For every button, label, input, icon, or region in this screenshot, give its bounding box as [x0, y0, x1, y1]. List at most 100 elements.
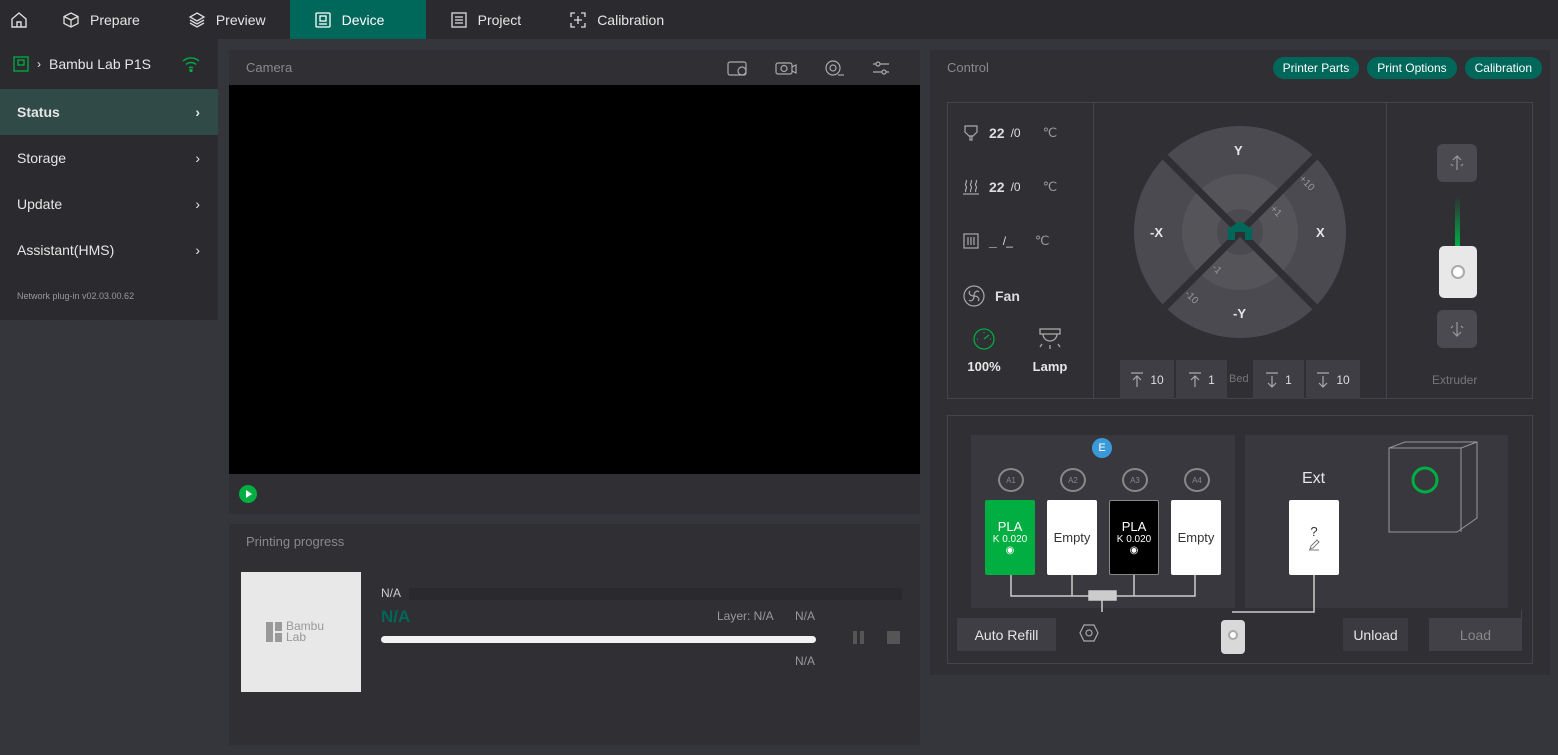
nozzle-icon: [964, 125, 978, 141]
slot-a4-id: A4: [1184, 468, 1210, 492]
chevron-right-icon: ›: [195, 242, 200, 258]
camera-title: Camera: [246, 60, 293, 75]
chamber-temp[interactable]: _ /_ ℃: [962, 232, 1049, 250]
pause-icon[interactable]: [853, 631, 867, 644]
filament-line: [1455, 196, 1460, 246]
play-icon[interactable]: [238, 484, 258, 504]
settings-sliders-icon[interactable]: [871, 59, 891, 77]
tab-calibration[interactable]: Calibration: [545, 0, 688, 39]
timelapse-icon[interactable]: [727, 59, 749, 77]
layer-value: N/A: [795, 609, 816, 623]
slot-type: Empty: [1177, 530, 1215, 545]
divider: [1093, 102, 1094, 399]
sidebar-item-status[interactable]: Status ›: [0, 89, 218, 135]
device-icon: [314, 11, 331, 28]
thumbnail-text: Bambu Lab: [286, 619, 325, 644]
chevron-right-icon: ›: [37, 57, 41, 71]
slot-a3[interactable]: PLA K 0.020 ◉: [1109, 500, 1159, 575]
chamber-unit: ℃: [1034, 233, 1050, 248]
print-status: N/A: [381, 607, 411, 626]
fan-label: Fan: [995, 288, 1020, 304]
bed-up-10-button[interactable]: 10: [1120, 360, 1174, 399]
extruder-mini-icon: [1221, 620, 1245, 654]
tab-device[interactable]: Device: [289, 0, 426, 39]
bed-up-1-label: 1: [1208, 372, 1215, 387]
jog-y-plus[interactable]: Y: [1234, 143, 1243, 158]
sidebar-item-label: Update: [17, 196, 63, 212]
chamber-icon: [963, 233, 979, 249]
sidebar: › Bambu Lab P1S Status › Storage › Update ›…: [0, 39, 218, 320]
chamber-current: _: [989, 233, 997, 249]
bed-down-1-button[interactable]: 1: [1253, 360, 1304, 399]
slot-a1[interactable]: PLA K 0.020 ◉: [985, 500, 1035, 575]
layers-icon: [188, 11, 206, 28]
humidity-badge[interactable]: E: [1092, 438, 1112, 458]
jog-x-minus[interactable]: -X: [1150, 225, 1163, 240]
calibration-button[interactable]: Calibration: [1464, 56, 1542, 79]
ams-settings-icon[interactable]: [1078, 623, 1102, 645]
sidebar-item-assistant[interactable]: Assistant(HMS) ›: [0, 227, 218, 273]
slot-k: K 0.020: [1116, 534, 1152, 545]
wifi-icon: [182, 57, 200, 72]
jog-x-plus[interactable]: X: [1316, 225, 1325, 240]
progress-bar: [381, 636, 816, 643]
nozzle-current: 22: [989, 125, 1005, 141]
print-options-button[interactable]: Print Options: [1367, 56, 1457, 79]
chevron-right-icon: ›: [195, 104, 200, 120]
extruder-down-button[interactable]: [1437, 310, 1477, 348]
camera-header: Camera: [229, 50, 920, 85]
speed-control[interactable]: 100%: [962, 327, 1006, 374]
remaining-time: N/A: [795, 654, 816, 668]
arrow-up-icon: [1131, 371, 1144, 387]
eye-icon: ◉: [1005, 545, 1015, 556]
extruder-up-button[interactable]: [1437, 144, 1477, 182]
tab-label: Prepare: [90, 11, 140, 28]
slot-type: Empty: [1053, 530, 1091, 545]
home-icon[interactable]: [0, 0, 38, 39]
bed-down-10-button[interactable]: 10: [1306, 360, 1360, 399]
camera-panel: Camera: [229, 50, 920, 514]
ext-slot[interactable]: ?: [1289, 500, 1339, 575]
sidebar-item-storage[interactable]: Storage ›: [0, 135, 218, 181]
edit-icon: [1309, 539, 1320, 551]
tab-label: Preview: [215, 11, 266, 28]
load-button[interactable]: Load: [1429, 618, 1522, 651]
ext-label: Ext: [1302, 470, 1326, 487]
unload-button[interactable]: Unload: [1343, 618, 1408, 651]
device-selector[interactable]: › Bambu Lab P1S: [0, 39, 218, 89]
bed-up-1-button[interactable]: 1: [1176, 360, 1227, 399]
extruder-head-icon: [1439, 246, 1477, 298]
control-header: Control Printer Parts Print Options Cali…: [930, 50, 1550, 85]
tab-label: Calibration: [597, 11, 665, 28]
nozzle-temp[interactable]: 22 /0 ℃: [962, 124, 1057, 142]
jog-y-minus[interactable]: -Y: [1233, 306, 1246, 321]
bed-temp[interactable]: 22 /0 ℃: [962, 178, 1057, 196]
camera-toggle-icon[interactable]: [823, 59, 845, 77]
slot-a4[interactable]: Empty: [1171, 500, 1221, 575]
fan-control[interactable]: Fan: [962, 284, 1020, 308]
slot-type: PLA: [1121, 519, 1147, 534]
tab-prepare[interactable]: Prepare: [38, 0, 164, 39]
divider: [1521, 610, 1522, 618]
control-title: Control: [947, 60, 989, 75]
divider: [1386, 102, 1387, 399]
tab-project[interactable]: Project: [426, 0, 546, 39]
printer-parts-button[interactable]: Printer Parts: [1272, 56, 1360, 79]
lamp-control[interactable]: Lamp: [1028, 327, 1072, 374]
plugin-version: Network plug-in v02.03.00.62: [17, 291, 135, 301]
slot-a2[interactable]: Empty: [1047, 500, 1097, 575]
tab-label: Device: [341, 11, 385, 28]
sidebar-item-label: Status: [17, 104, 60, 120]
bed-current: 22: [989, 179, 1005, 195]
chevron-right-icon: ›: [195, 150, 200, 166]
auto-refill-button[interactable]: Auto Refill: [957, 618, 1056, 651]
sidebar-item-label: Assistant(HMS): [17, 242, 115, 258]
slot-a2-id: A2: [1060, 468, 1086, 492]
sidebar-item-update[interactable]: Update ›: [0, 181, 218, 227]
record-icon[interactable]: [775, 59, 797, 77]
progress-header: Printing progress: [246, 534, 345, 549]
task-name: N/A: [381, 586, 402, 600]
bed-down-10-label: 10: [1336, 372, 1350, 387]
stop-icon[interactable]: [887, 631, 900, 644]
tab-preview[interactable]: Preview: [164, 0, 290, 39]
